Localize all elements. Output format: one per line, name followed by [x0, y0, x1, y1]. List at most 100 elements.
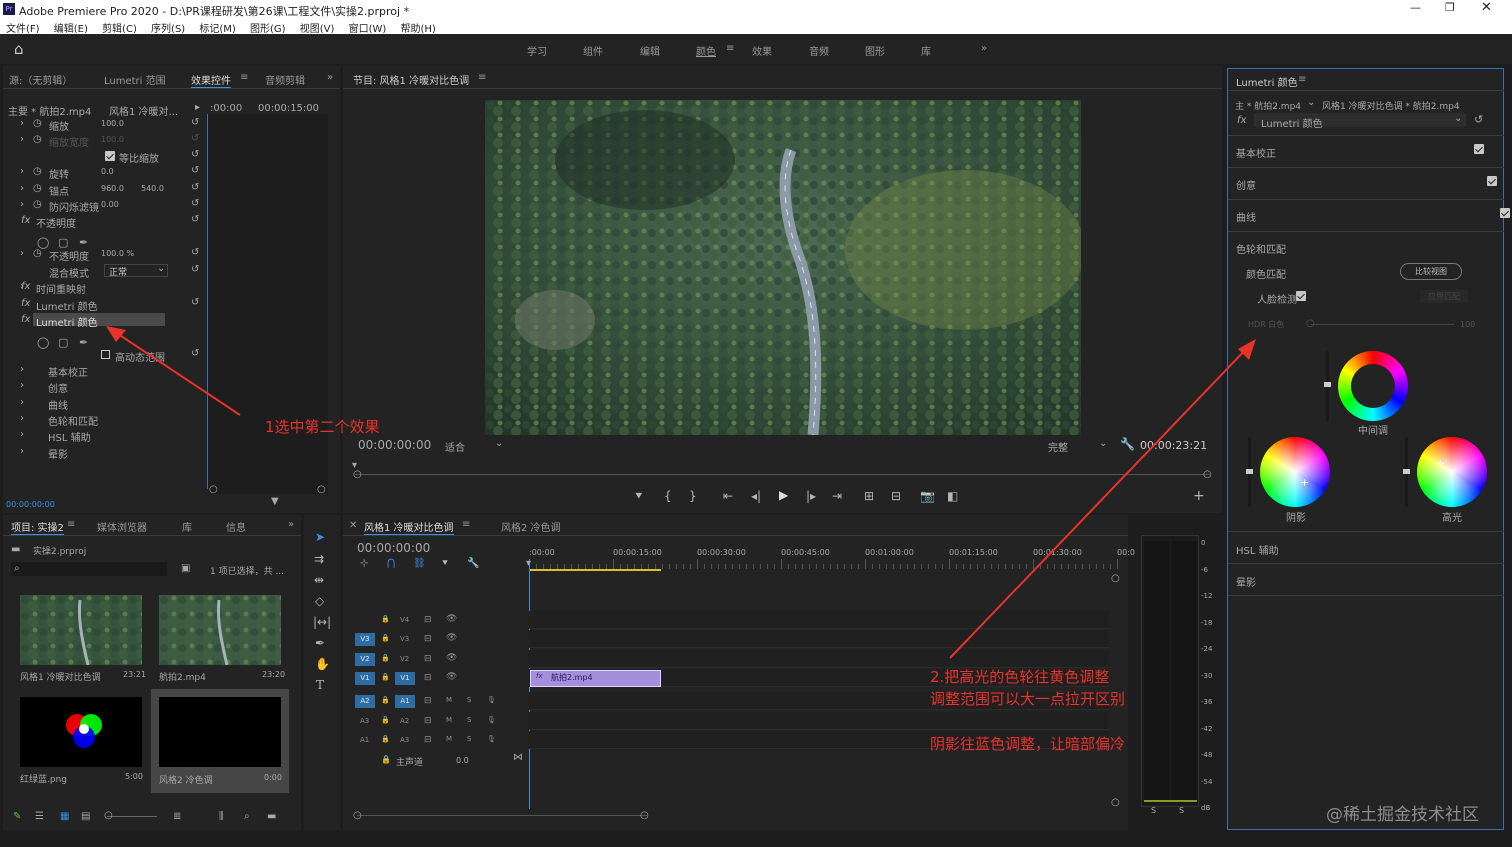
h-scroll[interactable] [357, 815, 647, 816]
timeline-ruler[interactable]: :00:00 00:00:15:00 00:00:30:00 00:00:45:00 0… [529, 545, 1135, 570]
filter-icon[interactable]: ▼ [271, 496, 279, 507]
tab-project[interactable]: 项目: 实操2 [11, 519, 64, 535]
ec-row-value[interactable]: 960.0 [101, 184, 124, 193]
new-bin-icon[interactable]: ▣ [181, 563, 190, 574]
source-patch-label[interactable]: A1 [360, 736, 369, 744]
ellipse-mask-icon[interactable]: ◯ [37, 236, 49, 249]
sync-lock-icon[interactable]: ⊟ [424, 696, 432, 706]
reset-icon[interactable]: ↺ [191, 264, 199, 275]
reset-icon[interactable]: ↺ [191, 214, 199, 225]
nest-icon[interactable]: ⊹ [360, 558, 368, 570]
fit-chevron-icon[interactable]: ⌄ [495, 438, 503, 449]
disclosure-triangle-icon[interactable]: › [20, 166, 24, 177]
highlights-color-wheel[interactable]: + [1417, 437, 1487, 507]
master-clip-label[interactable]: 主要 * 航拍2.mp4 [8, 103, 91, 118]
lock-icon[interactable]: 🔒 [381, 735, 390, 743]
disclosure-triangle-icon[interactable]: › [20, 397, 24, 408]
track-name[interactable]: A3 [400, 736, 409, 744]
h-scroll-knob-left[interactable]: ○ [353, 810, 362, 821]
disclosure-triangle-icon[interactable]: › [20, 364, 24, 375]
wrench-icon[interactable]: 🔧 [1120, 437, 1135, 451]
program-menu-icon[interactable]: ≡ [478, 72, 486, 83]
reset-icon[interactable]: ↺ [191, 149, 199, 160]
shadow-slider-handle[interactable] [1246, 469, 1253, 474]
highlight-slider-handle[interactable] [1403, 469, 1410, 474]
reset-icon[interactable]: ↺ [191, 297, 199, 308]
sequence-menu-icon[interactable]: ≡ [462, 519, 470, 530]
reset-icon[interactable]: ↺ [191, 198, 199, 209]
apply-match-button[interactable]: 应用匹配 [1420, 290, 1468, 303]
project-item[interactable]: 红绿蓝.png 5:00 [18, 695, 144, 787]
tab-media-browser[interactable]: 媒体浏览器 [97, 519, 147, 534]
project-search-input[interactable] [11, 562, 167, 576]
track-lane[interactable] [529, 630, 1109, 648]
track-name[interactable]: A2 [400, 717, 409, 725]
tab-lumetri-scopes[interactable]: Lumetri 范围 [104, 72, 166, 87]
section-hsl[interactable]: HSL 辅助 [1236, 542, 1279, 557]
stopwatch-icon[interactable]: ◷ [33, 134, 42, 145]
project-menu-icon[interactable]: ≡ [67, 519, 75, 530]
button-editor-icon[interactable]: + [1193, 489, 1205, 503]
reset-icon[interactable]: ↺ [1474, 113, 1483, 126]
track-lane[interactable] [529, 712, 1109, 730]
track-target-button[interactable]: A1 [395, 695, 415, 708]
play-icon[interactable]: ▶ [779, 489, 788, 501]
disclosure-triangle-icon[interactable]: › [20, 429, 24, 440]
compare-view-icon[interactable]: ◧ [947, 490, 958, 502]
ec-timecode[interactable]: 00:00:00:00 [6, 500, 55, 509]
eye-icon[interactable]: 👁 [446, 672, 457, 682]
panel-more-icon[interactable]: » [327, 72, 333, 83]
mute-button[interactable]: M [446, 716, 452, 724]
tab-source[interactable]: 源:（无剪辑） [9, 72, 72, 87]
ws-libraries[interactable]: 库 [921, 43, 931, 58]
type-tool-icon[interactable]: T [316, 679, 324, 691]
hand-tool-icon[interactable]: ✋ [315, 658, 330, 670]
mark-in-icon[interactable]: { [664, 490, 672, 502]
play-only-icon[interactable]: ▸ [195, 102, 200, 113]
tab-menu-icon[interactable]: ≡ [240, 72, 248, 83]
ws-menu-icon[interactable]: ≡ [726, 43, 734, 54]
solo-button[interactable]: S [467, 716, 471, 724]
automate-icon[interactable]: ⫼ [219, 811, 224, 822]
snap-icon[interactable]: ⋂ [387, 558, 395, 570]
master-chevron-icon[interactable]: ⌄ [1307, 97, 1315, 108]
zoom-knob-right[interactable]: ○ [1203, 469, 1212, 480]
disclosure-triangle-icon[interactable]: › [20, 134, 24, 145]
disclosure-triangle-icon[interactable]: › [20, 380, 24, 391]
solo-left-button[interactable]: S [1151, 806, 1156, 815]
track-lane[interactable] [529, 611, 1109, 629]
fit-dropdown[interactable]: 适合 [445, 439, 465, 454]
thumb-size-slider[interactable] [107, 816, 157, 817]
master-lock-icon[interactable]: 🔒 [381, 755, 391, 764]
sort-icon[interactable]: ≣ [173, 811, 181, 822]
minimize-icon[interactable]: — [1410, 1, 1421, 14]
lock-icon[interactable]: 🔒 [381, 673, 390, 681]
master-track-value[interactable]: 0.0 [456, 756, 469, 765]
track-select-icon[interactable]: ⇉ [314, 553, 324, 565]
maximize-icon[interactable]: ❐ [1445, 1, 1455, 14]
ws-graphics[interactable]: 图形 [865, 43, 885, 58]
selection-tool-icon[interactable]: ➤ [315, 531, 325, 543]
reset-icon[interactable]: ↺ [191, 182, 199, 193]
pen-tool-icon[interactable]: ✒ [315, 637, 325, 649]
hdr-white-slider[interactable] [1311, 324, 1454, 325]
mark-out-icon[interactable]: } [689, 490, 697, 502]
reset-icon[interactable]: ↺ [191, 348, 199, 359]
ws-effects[interactable]: 效果 [752, 43, 772, 58]
reset-icon[interactable]: ↺ [191, 133, 199, 144]
voice-over-icon[interactable]: 🎙 [487, 696, 496, 704]
project-item[interactable]: 风格1 冷暖对比色调 23:21 [18, 593, 146, 685]
tab-info[interactable]: 信息 [226, 519, 246, 534]
disclosure-triangle-icon[interactable]: › [20, 199, 24, 210]
timeline-settings-icon[interactable]: 🔧 [467, 558, 479, 570]
midtone-slider-handle[interactable] [1324, 382, 1331, 387]
lumetri-master[interactable]: 主 * 航拍2.mp4 [1235, 99, 1301, 112]
freeform-view-icon[interactable]: ▤ [81, 811, 90, 822]
source-patch-button[interactable]: V1 [355, 672, 375, 685]
ellipse-mask-icon[interactable]: ◯ [37, 336, 49, 349]
ws-learn[interactable]: 学习 [527, 43, 547, 58]
stopwatch-icon[interactable]: ◷ [33, 183, 42, 194]
reset-icon[interactable]: ↺ [191, 247, 199, 258]
project-item-selected[interactable]: 风格2 冷色调 0:00 [151, 689, 289, 793]
stopwatch-icon[interactable]: ◷ [33, 199, 42, 210]
